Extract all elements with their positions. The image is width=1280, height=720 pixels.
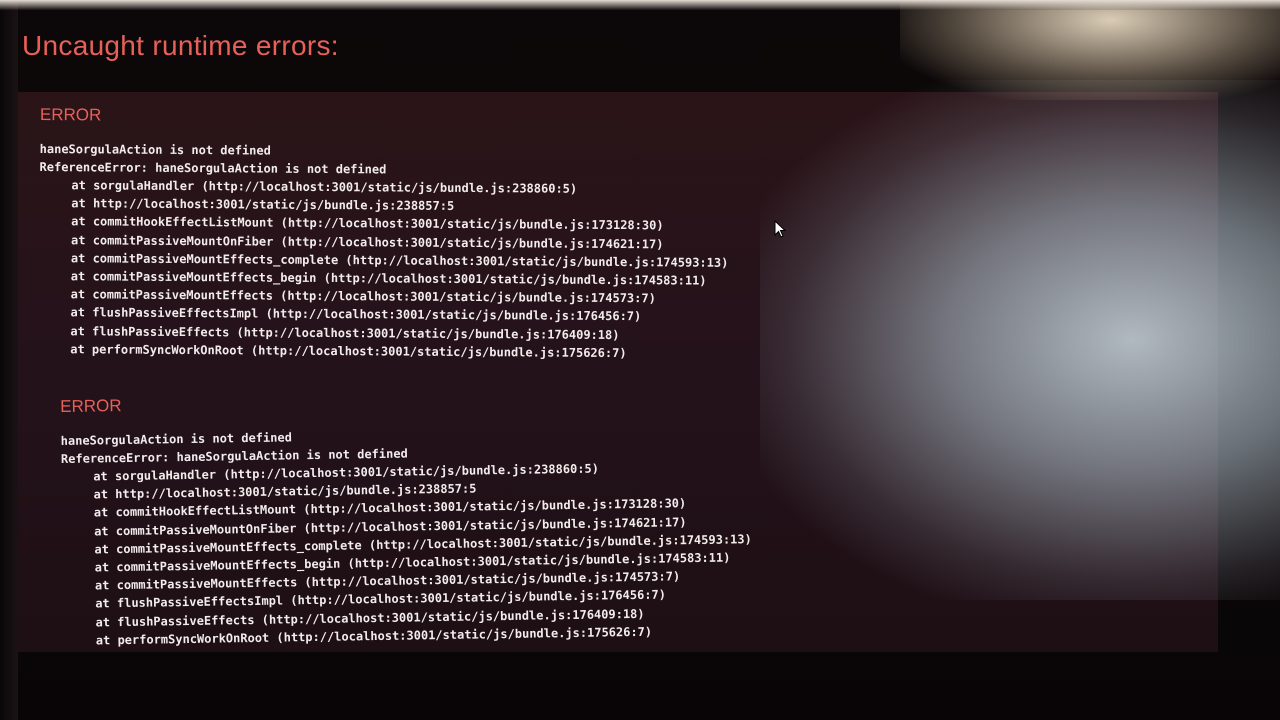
mouse-pointer-icon	[774, 220, 786, 238]
error-block: ERROR haneSorgulaAction is not defined R…	[60, 385, 784, 650]
error-heading: ERROR	[39, 104, 102, 125]
stack-trace: at sorgulaHandler (http://localhost:3001…	[61, 457, 784, 650]
overlay-title: Uncaught runtime errors:	[22, 30, 339, 61]
monitor-bezel-top	[0, 0, 1280, 10]
error-block: ERROR haneSorgulaAction is not defined R…	[38, 104, 760, 363]
monitor-bezel-left	[0, 0, 18, 720]
stack-trace: at sorgulaHandler (http://localhost:3001…	[38, 176, 759, 363]
monitor-screen: Uncaught runtime errors: ERROR haneSorgu…	[0, 0, 1280, 720]
